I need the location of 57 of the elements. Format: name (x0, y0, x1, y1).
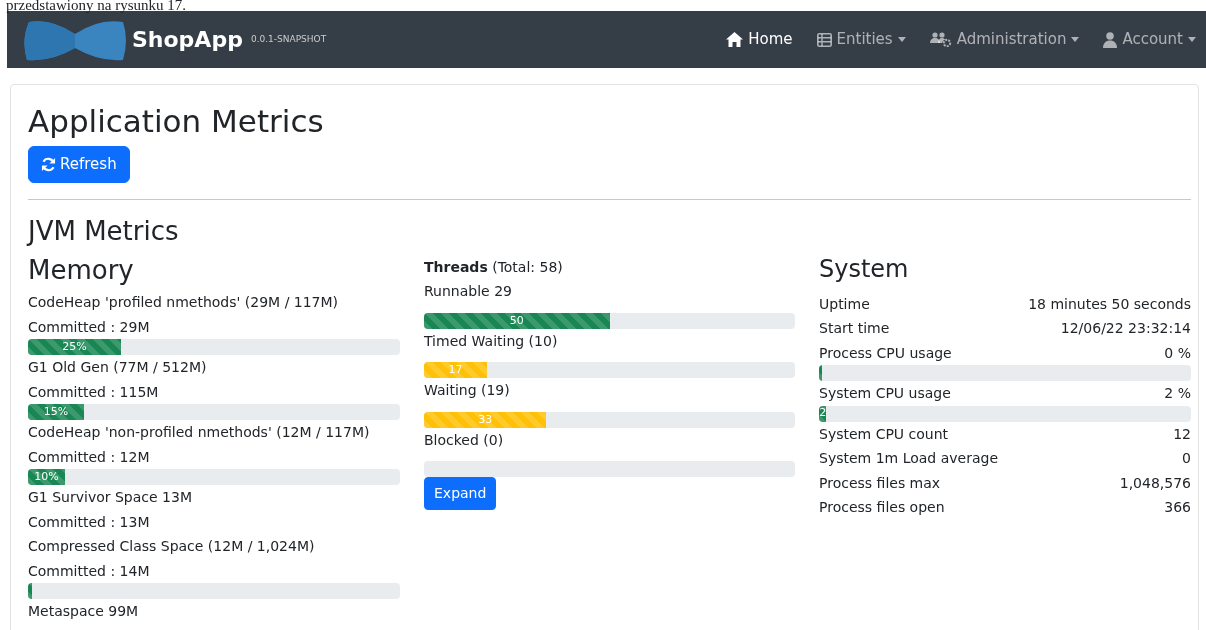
thread-label: Waiting (19) (424, 381, 511, 401)
home-icon (726, 32, 744, 47)
metric-label: System CPU count (819, 424, 949, 444)
metric-value: 12/06/22 23:32:14 (1060, 319, 1191, 339)
committed-label: Committed : 115M (28, 382, 160, 402)
nav-link[interactable]: Entities (816, 28, 906, 51)
thread-label: Timed Waiting (10) (424, 331, 559, 351)
section-title: System (819, 254, 910, 284)
table-icon (816, 32, 832, 47)
metric-label: Process files open (819, 498, 945, 518)
metric-label: System 1m Load average (819, 449, 998, 469)
users-gear-icon (929, 32, 952, 47)
thread-label: Runnable 29 (424, 282, 513, 302)
memory-label: CodeHeap 'profiled nmethods' (29M / 117M) (28, 293, 340, 313)
expand-button[interactable]: Expand (424, 477, 497, 511)
page-title: Application Metrics (28, 103, 325, 141)
threads-heading: Threads (Total: 58) (424, 257, 564, 277)
brand-name: ShopApp (132, 26, 243, 54)
committed-label: Committed : 13M (28, 512, 151, 532)
refresh-icon (41, 156, 56, 172)
document-text: przedstawiony na rysunku 17. (5, 0, 187, 11)
memory-label: CodeHeap 'non-profiled nmethods' (12M / 117M) (28, 423, 371, 443)
progress-fill: 17 (424, 362, 488, 379)
memory-label: Compressed Class Space (12M / 1,024M) (28, 537, 316, 557)
metric-value: 12 (1173, 424, 1191, 444)
metric-value: 0 % (1164, 343, 1191, 363)
nav-link[interactable]: Home (726, 28, 793, 51)
user-icon (1103, 31, 1118, 48)
metric-label: System CPU usage (819, 384, 951, 404)
nav-link[interactable]: Administration (929, 28, 1080, 51)
progress-fill: 2 (819, 405, 827, 422)
metric-value: 1,048,576 (1119, 473, 1191, 493)
committed-label: Committed : 12M (28, 447, 151, 467)
progress-fill: 10% (28, 469, 66, 486)
nav-link[interactable]: Account (1103, 28, 1196, 51)
committed-label: Committed : 14M (28, 561, 151, 581)
metric-label: Uptime (819, 294, 870, 314)
section-title: Memory (28, 254, 135, 287)
memory-label: G1 Old Gen (77M / 512M) (28, 358, 208, 378)
memory-label: Metaspace 99M (28, 602, 140, 622)
metric-value: 0 (1182, 449, 1191, 469)
metric-label: Process files max (819, 473, 941, 493)
metric-label: Process CPU usage (819, 343, 952, 363)
metric-label: Start time (819, 319, 890, 339)
progress-fill: 33 (424, 411, 547, 428)
thread-label: Blocked (0) (424, 430, 505, 450)
progress-fill: 50 (424, 312, 610, 329)
section-title: JVM Metrics (28, 215, 180, 247)
memory-label: G1 Survivor Space 13M (28, 488, 193, 508)
metric-value: 366 (1164, 498, 1191, 518)
committed-label: Committed : 29M (28, 317, 151, 337)
metric-value: 18 minutes 50 seconds (1028, 294, 1191, 314)
metric-value: 2 % (1164, 384, 1191, 404)
progress-fill: 15% (28, 404, 84, 421)
progress-fill: 25% (28, 339, 121, 356)
version-label: 0.0.1-SNAPSHOT (250, 32, 327, 46)
refresh-button[interactable]: Refresh (28, 146, 130, 183)
